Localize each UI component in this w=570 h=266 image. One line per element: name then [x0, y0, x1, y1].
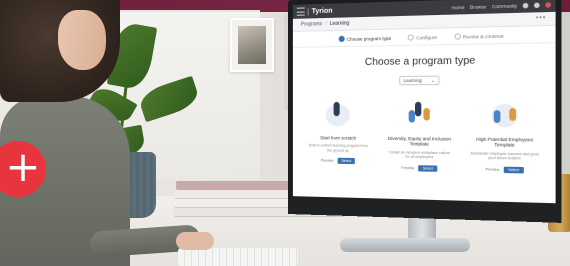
card-title: Diversity, Equity and Inclusion Template	[387, 135, 452, 148]
keyboard	[178, 248, 298, 266]
card-description: Create an inclusive workplace culture fo…	[388, 150, 451, 160]
step-label: Configure	[416, 34, 438, 40]
select-button[interactable]: Select	[337, 158, 356, 165]
search-icon[interactable]	[522, 2, 529, 8]
photo-scene: Tyrion Home Browse Community Programs / …	[0, 0, 570, 266]
breadcrumb-root[interactable]: Programs	[301, 21, 323, 28]
card-title: High Potential Employees Template	[476, 136, 534, 149]
app-brand[interactable]: Tyrion	[307, 7, 336, 15]
step-indicator-icon	[338, 35, 345, 43]
monitor-stand-base	[340, 238, 470, 252]
chevron-down-icon: ⌄	[430, 77, 436, 84]
plus-badge[interactable]: +	[0, 141, 46, 197]
person-face	[58, 10, 106, 70]
illustration-icon	[398, 98, 440, 131]
notifications-icon[interactable]	[533, 2, 540, 8]
person-hand	[176, 232, 214, 250]
breadcrumb-separator: /	[325, 21, 327, 28]
nav-link-community[interactable]: Community	[492, 3, 517, 9]
card-title: Start from scratch	[320, 135, 356, 141]
breadcrumb-current: Learning	[329, 20, 350, 28]
page-title: Choose a program type	[364, 55, 476, 69]
program-cards: Start from scratch Build a custom learni…	[293, 97, 556, 174]
step-label: Choose program type	[346, 35, 392, 42]
illustration-icon	[318, 98, 358, 131]
preview-link[interactable]: Preview	[401, 166, 414, 170]
step-review[interactable]: Review & continue	[454, 32, 504, 40]
nav-link-browse[interactable]: Browse	[470, 4, 486, 10]
wall-photo-frame	[230, 18, 274, 72]
preview-link[interactable]: Preview	[486, 167, 500, 171]
select-button[interactable]: Select	[418, 165, 438, 172]
avatar[interactable]	[545, 1, 552, 8]
select-button[interactable]: Select	[503, 166, 524, 174]
plus-icon: +	[5, 142, 41, 191]
program-card-scratch[interactable]: Start from scratch Build a custom learni…	[307, 98, 370, 171]
program-category-select[interactable]: Learning ⌄	[399, 75, 440, 86]
select-value: Learning	[403, 77, 422, 84]
program-card-dei[interactable]: Diversity, Equity and Inclusion Template…	[387, 98, 453, 172]
illustration-icon	[482, 97, 526, 131]
monitor-screen: Tyrion Home Browse Community Programs / …	[292, 0, 556, 204]
preview-link[interactable]: Preview	[321, 159, 333, 163]
program-card-hipo[interactable]: High Potential Employees Template Accele…	[470, 97, 540, 174]
step-configure[interactable]: Configure	[407, 34, 438, 41]
nav-link-home[interactable]: Home	[451, 4, 464, 10]
step-indicator-icon	[454, 33, 461, 40]
step-choose-program-type[interactable]: Choose program type	[338, 35, 392, 43]
step-indicator-icon	[407, 34, 415, 41]
monitor: Tyrion Home Browse Community Programs / …	[288, 0, 562, 223]
card-description: Accelerate employee success and grow you…	[470, 151, 540, 161]
step-label: Review & continue	[462, 32, 504, 40]
hamburger-menu-icon[interactable]	[296, 7, 305, 16]
card-description: Build a custom learning program from the…	[308, 143, 368, 153]
more-options-icon[interactable]: •••	[536, 15, 547, 22]
